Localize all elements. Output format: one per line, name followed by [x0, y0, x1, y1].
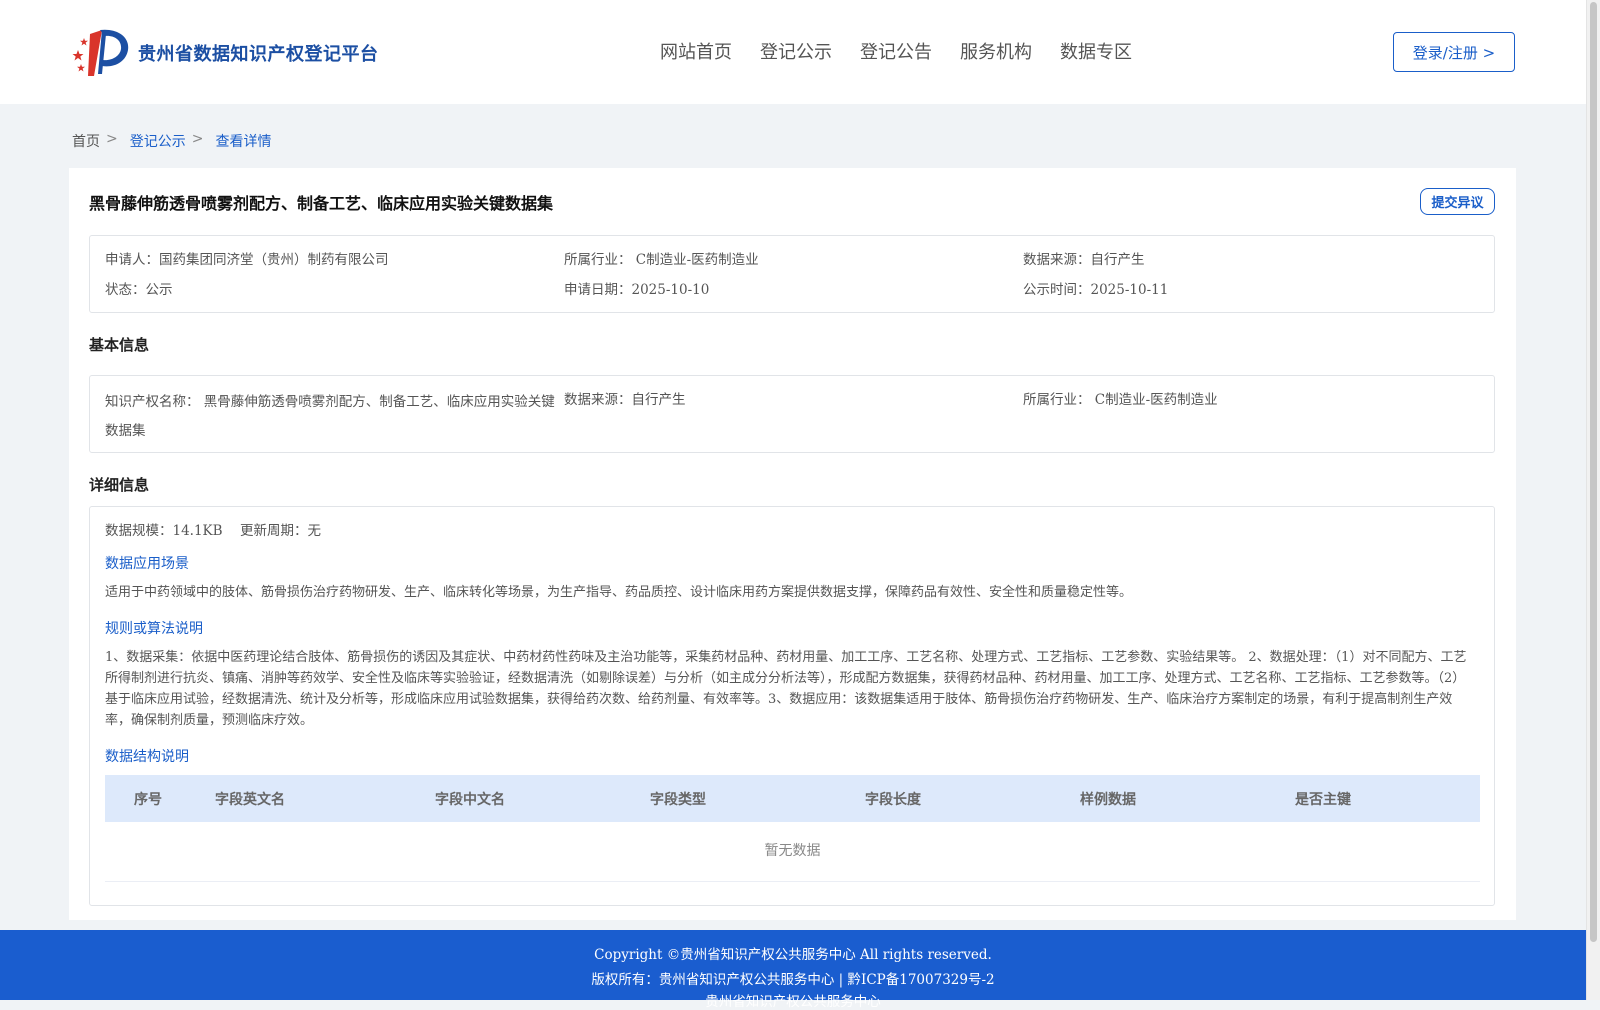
breadcrumb-home[interactable]: 首页 — [72, 131, 100, 151]
scenario-heading: 数据应用场景 — [105, 556, 189, 572]
detail-card: 黑骨藤伸筋透骨喷雾剂配方、制备工艺、临床应用实验关键数据集 提交异议 申请人：国… — [69, 168, 1516, 920]
th-index: 序号 — [134, 792, 162, 808]
th-primary-key: 是否主键 — [1295, 792, 1351, 808]
footer-org: 贵州省知识产权公共服务中心 — [705, 994, 881, 1010]
basic-data-source: 数据来源：自行产生 — [564, 392, 686, 408]
update-cycle: 更新周期：无 — [240, 523, 321, 539]
th-field-length: 字段长度 — [865, 792, 921, 808]
detail-info-heading: 详细信息 — [89, 476, 150, 494]
publish-date: 公示时间：2025-10-11 — [1023, 282, 1169, 298]
nav-data-zone[interactable]: 数据专区 — [1060, 38, 1132, 64]
login-register-button[interactable]: 登录/注册 > — [1393, 32, 1515, 72]
structure-table-header: 序号 字段英文名 字段中文名 字段类型 字段长度 样例数据 是否主键 — [105, 775, 1480, 822]
submit-dispute-button[interactable]: 提交异议 — [1420, 188, 1495, 215]
structure-heading: 数据结构说明 — [105, 749, 189, 765]
page-scrollbar[interactable] — [1586, 0, 1600, 1000]
structure-table-empty: 暂无数据 — [105, 822, 1480, 882]
scrollbar-thumb[interactable] — [1590, 2, 1597, 942]
breadcrumb: 首页 > 登记公示 > 查看详情 — [72, 131, 271, 151]
basic-info-heading: 基本信息 — [89, 336, 150, 354]
main-nav: 网站首页 登记公示 登记公告 服务机构 数据专区 — [660, 38, 1132, 64]
breadcrumb-separator: > — [106, 131, 118, 147]
nav-service-agencies[interactable]: 服务机构 — [960, 38, 1032, 64]
nav-registration-announcement[interactable]: 登记公告 — [860, 38, 932, 64]
record-title: 黑骨藤伸筋透骨喷雾剂配方、制备工艺、临床应用实验关键数据集 — [89, 194, 554, 213]
th-sample-data: 样例数据 — [1080, 792, 1136, 808]
site-logo-icon[interactable] — [72, 26, 130, 78]
breadcrumb-separator: > — [191, 131, 204, 147]
th-chinese-name: 字段中文名 — [435, 792, 505, 808]
rules-text: 1、数据采集：依据中医药理论结合肢体、筋骨损伤的诱因及其症状、中药材药性药味及主… — [105, 650, 1467, 728]
site-header: 贵州省数据知识产权登记平台 网站首页 登记公示 登记公告 服务机构 数据专区 登… — [0, 0, 1586, 104]
applicant: 申请人：国药集团同济堂（贵州）制药有限公司 — [105, 252, 389, 268]
summary-box: 申请人：国药集团同济堂（贵州）制药有限公司 所属行业： C制造业-医药制造业 数… — [89, 235, 1495, 313]
basic-industry: 所属行业： C制造业-医药制造业 — [1023, 392, 1218, 408]
apply-date: 申请日期：2025-10-10 — [564, 282, 710, 298]
basic-info-box: 知识产权名称： 黑骨藤伸筋透骨喷雾剂配方、制备工艺、临床应用实验关键数据集 数据… — [89, 375, 1495, 453]
ip-name: 知识产权名称： 黑骨藤伸筋透骨喷雾剂配方、制备工艺、临床应用实验关键数据集 — [105, 394, 555, 439]
nav-home[interactable]: 网站首页 — [660, 38, 732, 64]
data-source: 数据来源：自行产生 — [1023, 252, 1145, 268]
scenario-text: 适用于中药领域中的肢体、筋骨损伤治疗药物研发、生产、临床转化等场景，为生产指导、… — [105, 585, 1133, 600]
breadcrumb-current: 查看详情 — [215, 134, 272, 150]
nav-registration-publicity[interactable]: 登记公示 — [760, 38, 832, 64]
breadcrumb-section[interactable]: 登记公示 — [130, 131, 186, 151]
footer-copyright: Copyright ©贵州省知识产权公共服务中心 All rights rese… — [594, 947, 992, 963]
footer-owner: 版权所有：贵州省知识产权公共服务中心 | 黔ICP备17007329号-2 — [591, 972, 995, 988]
th-field-type: 字段类型 — [650, 792, 706, 808]
status: 状态：公示 — [105, 282, 173, 298]
industry: 所属行业： C制造业-医药制造业 — [564, 252, 759, 268]
rules-heading: 规则或算法说明 — [105, 621, 203, 637]
detail-info-box: 数据规模：14.1KB 更新周期：无 数据应用场景 适用于中药领域中的肢体、筋骨… — [89, 506, 1495, 906]
site-footer: Copyright ©贵州省知识产权公共服务中心 All rights rese… — [0, 930, 1586, 1010]
site-title[interactable]: 贵州省数据知识产权登记平台 — [138, 40, 379, 66]
data-scale: 数据规模：14.1KB — [105, 523, 223, 539]
th-english-name: 字段英文名 — [215, 792, 285, 808]
